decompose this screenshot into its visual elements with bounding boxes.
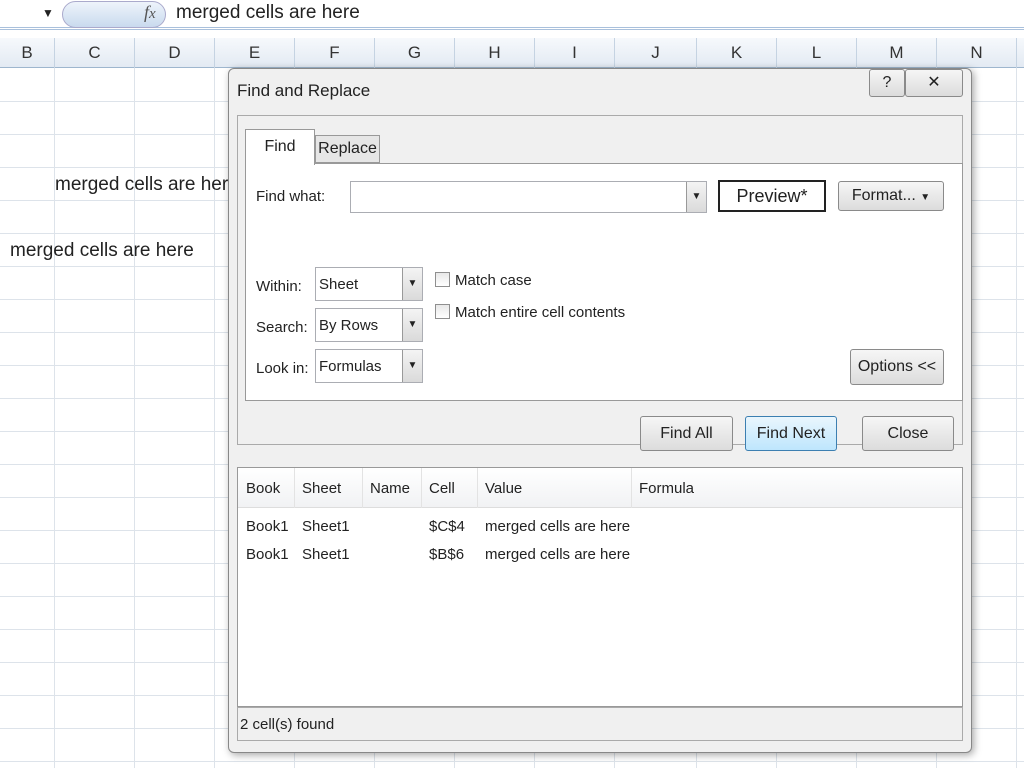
within-label: Within: xyxy=(256,278,302,295)
find-what-label: Find what: xyxy=(256,188,326,205)
result-cell: Book1 xyxy=(246,546,289,563)
result-row[interactable]: Book1 Sheet1 $B$6 merged cells are here xyxy=(238,542,962,568)
find-all-button[interactable]: Find All xyxy=(640,416,733,451)
options-button[interactable]: Options << xyxy=(850,349,944,385)
tab-find[interactable]: Find xyxy=(245,129,315,165)
column-header-F[interactable]: F xyxy=(295,38,375,68)
results-header-cell[interactable]: Cell xyxy=(429,480,455,497)
column-gridline xyxy=(1016,68,1017,768)
column-header-C[interactable]: C xyxy=(55,38,135,68)
lookin-select[interactable]: Formulas ▼ xyxy=(315,349,423,383)
close-icon[interactable]: ✕ xyxy=(905,69,963,97)
match-case-label[interactable]: Match case xyxy=(455,272,532,289)
result-row[interactable]: Book1 Sheet1 $C$4 merged cells are here xyxy=(238,514,962,540)
results-header-sheet[interactable]: Sheet xyxy=(302,480,341,497)
column-header-B[interactable]: B xyxy=(0,38,55,68)
row-gridline xyxy=(0,761,1024,762)
find-next-button[interactable]: Find Next xyxy=(745,416,837,451)
results-header-name[interactable]: Name xyxy=(370,480,410,497)
results-header-value[interactable]: Value xyxy=(485,480,522,497)
match-case-checkbox[interactable] xyxy=(435,272,450,287)
find-what-input[interactable]: ▼ xyxy=(350,181,707,213)
result-cell: Book1 xyxy=(246,518,289,535)
chevron-down-icon[interactable]: ▼ xyxy=(686,182,706,212)
column-header-G[interactable]: G xyxy=(375,38,455,68)
column-header-D[interactable]: D xyxy=(135,38,215,68)
column-header-N[interactable]: N xyxy=(937,38,1017,68)
results-header-formula[interactable]: Formula xyxy=(639,480,694,497)
column-header-I[interactable]: I xyxy=(535,38,615,68)
result-cell: merged cells are here xyxy=(485,518,631,535)
match-entire-label[interactable]: Match entire cell contents xyxy=(455,304,625,321)
formula-input[interactable]: merged cells are here xyxy=(176,2,360,24)
search-select[interactable]: By Rows ▼ xyxy=(315,308,423,342)
result-cell: Sheet1 xyxy=(302,518,350,535)
insert-function-icon[interactable]: fx xyxy=(144,2,156,23)
column-gridline xyxy=(214,68,215,768)
status-text: 2 cell(s) found xyxy=(240,716,335,733)
column-header-K[interactable]: K xyxy=(697,38,777,68)
result-cell: $C$4 xyxy=(429,518,465,535)
result-cell: Sheet1 xyxy=(302,546,350,563)
status-bar: 2 cell(s) found xyxy=(237,707,963,741)
search-label: Search: xyxy=(256,319,308,336)
column-gridline xyxy=(54,68,55,768)
column-header-E[interactable]: E xyxy=(215,38,295,68)
find-panel: Find what: ▼ Preview* Format... ▼ Within… xyxy=(245,163,963,401)
cell-B6[interactable]: merged cells are here xyxy=(10,240,194,262)
match-entire-checkbox[interactable] xyxy=(435,304,450,319)
column-gridline xyxy=(134,68,135,768)
format-preview: Preview* xyxy=(718,180,826,212)
results-list[interactable]: Book Sheet Name Cell Value Formula Book1 Sheet… xyxy=(237,467,963,707)
find-replace-dialog: Find and Replace ? ✕ Find Replace Find w… xyxy=(228,68,972,753)
within-select[interactable]: Sheet ▼ xyxy=(315,267,423,301)
help-button[interactable]: ? xyxy=(869,69,905,97)
column-header-H[interactable]: H xyxy=(455,38,535,68)
close-button[interactable]: Close xyxy=(862,416,954,451)
formula-bar: ▼ fx merged cells are here xyxy=(0,0,1024,30)
dialog-title: Find and Replace xyxy=(237,81,371,100)
lookin-label: Look in: xyxy=(256,360,309,377)
column-header-M[interactable]: M xyxy=(857,38,937,68)
column-header-J[interactable]: J xyxy=(615,38,697,68)
column-header-L[interactable]: L xyxy=(777,38,857,68)
format-button[interactable]: Format... ▼ xyxy=(838,181,944,211)
result-cell: $B$6 xyxy=(429,546,465,563)
tab-replace[interactable]: Replace xyxy=(315,135,380,163)
results-header-book[interactable]: Book xyxy=(246,480,280,497)
column-headers: BCDEFGHIJKLMN xyxy=(0,38,1024,68)
cell-C4[interactable]: merged cells are here xyxy=(55,174,239,196)
name-box-dropdown-icon[interactable]: ▼ xyxy=(42,6,54,20)
result-cell: merged cells are here xyxy=(485,546,631,563)
